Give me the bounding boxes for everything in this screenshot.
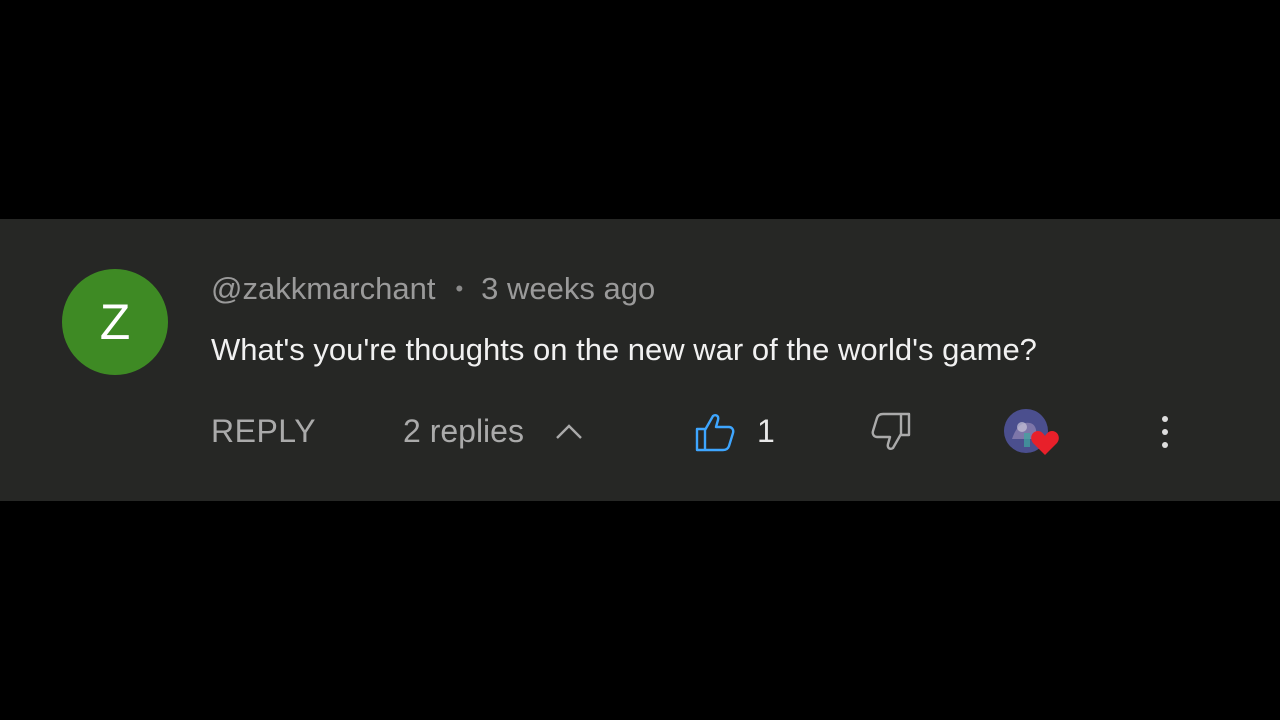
comment-timestamp[interactable]: 3 weeks ago — [481, 271, 655, 307]
heart-icon — [1031, 431, 1059, 455]
avatar-letter: Z — [99, 294, 131, 350]
comment-text: What's you're thoughts on the new war of… — [211, 332, 1037, 367]
meta-separator: • — [455, 276, 464, 301]
replies-toggle-button[interactable]: 2 replies — [403, 413, 584, 450]
chevron-up-icon — [556, 423, 582, 439]
creator-heart-badge — [1004, 409, 1062, 457]
letterbox-bottom — [0, 501, 1280, 720]
comment-meta: @zakkmarchant • 3 weeks ago — [211, 269, 655, 309]
letterbox-top — [0, 0, 1280, 219]
like-count: 1 — [757, 413, 775, 449]
vertical-ellipsis-icon[interactable] — [1150, 409, 1180, 455]
avatar[interactable]: Z — [62, 269, 168, 375]
reply-button[interactable]: REPLY — [211, 413, 316, 450]
author-handle[interactable]: @zakkmarchant — [211, 271, 435, 307]
comment-actions: REPLY 2 replies 1 — [0, 405, 1280, 459]
thumbs-up-icon[interactable] — [694, 411, 736, 453]
comment-card: Z @zakkmarchant • 3 weeks ago What's you… — [0, 219, 1280, 501]
replies-count-label: 2 replies — [403, 413, 524, 449]
thumbs-down-icon[interactable] — [870, 411, 912, 453]
